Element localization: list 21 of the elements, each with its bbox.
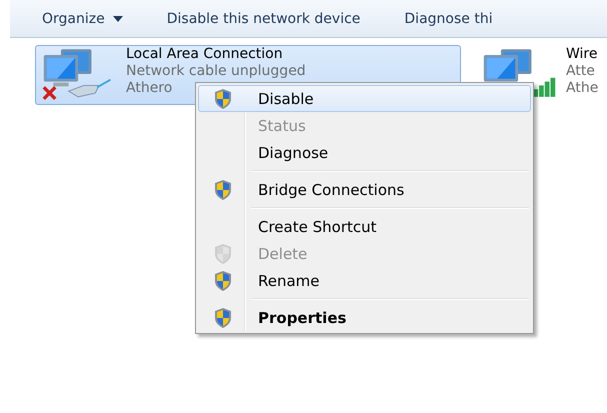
shield-icon bbox=[213, 88, 233, 110]
shield-icon bbox=[213, 178, 233, 200]
shield-icon bbox=[213, 270, 233, 292]
connection-status: Network cable unplugged bbox=[126, 63, 306, 80]
toolbar-button[interactable]: Diagnose thi bbox=[394, 6, 503, 30]
connection-status: Atte bbox=[566, 63, 595, 80]
connection-name: Local Area Connection bbox=[126, 46, 283, 63]
menu-item[interactable]: Rename bbox=[198, 267, 531, 294]
caret-icon bbox=[112, 16, 123, 22]
device-name: Athe bbox=[566, 80, 598, 97]
connection-name: Wire bbox=[566, 46, 598, 63]
shield-icon bbox=[213, 242, 233, 264]
device-name: Athero bbox=[126, 80, 172, 97]
shield-icon bbox=[213, 306, 233, 328]
toolbar-button[interactable]: Organize bbox=[32, 6, 133, 30]
menu-item[interactable]: Create Shortcut bbox=[198, 213, 531, 240]
menu-item[interactable]: Properties bbox=[198, 304, 531, 331]
toolbar-button[interactable]: Disable this network device bbox=[156, 6, 370, 30]
menu-item[interactable]: Bridge Connections bbox=[198, 176, 531, 203]
menu-item[interactable]: Diagnose bbox=[198, 139, 531, 166]
menu-item[interactable]: Disable bbox=[198, 85, 531, 112]
